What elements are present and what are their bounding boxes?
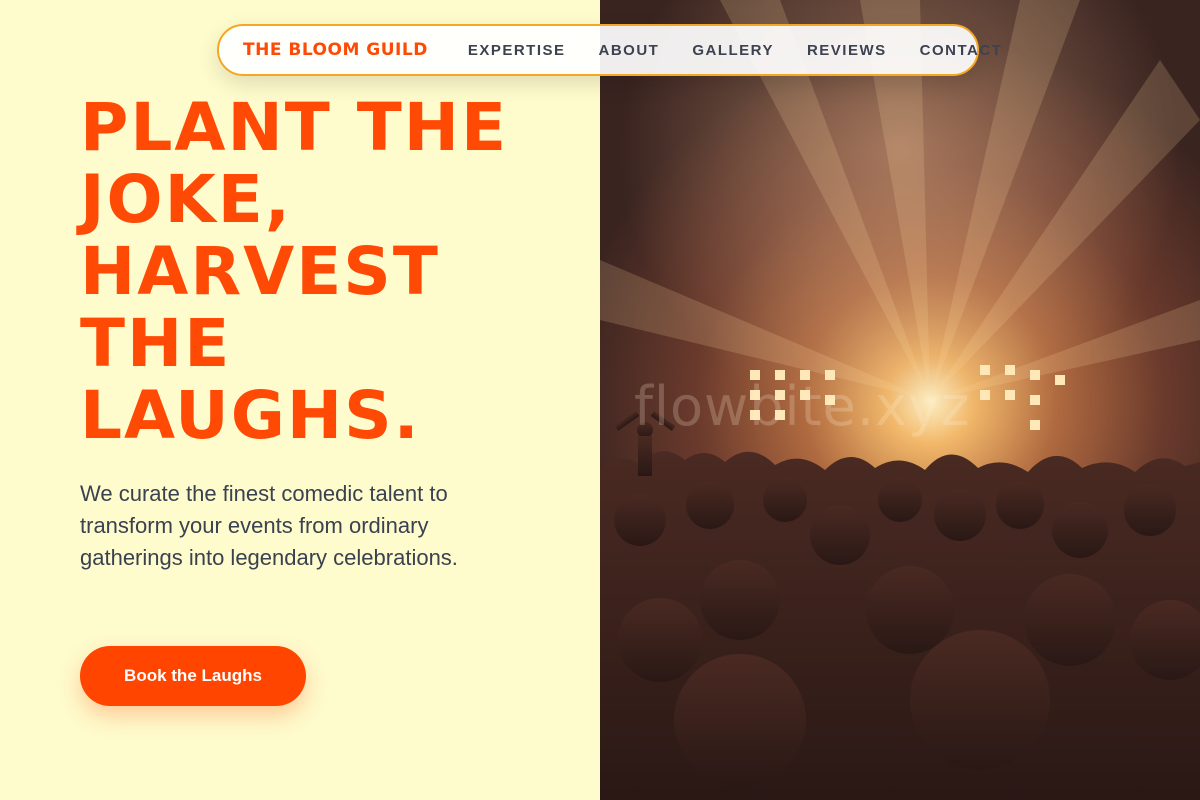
nav-link-expertise[interactable]: EXPERTISE (468, 42, 566, 59)
top-nav: THE BLOOM GUILD EXPERTISE ABOUT GALLERY … (217, 24, 1001, 76)
landing-page: flowbite.xyz THE BLOOM GUILD EXPERTISE A… (0, 0, 1200, 800)
hero-title-line: JOKE, (80, 161, 292, 238)
nav-links: EXPERTISE ABOUT GALLERY REVIEWS CONTACT (468, 42, 1003, 59)
nav-link-about[interactable]: ABOUT (599, 42, 660, 59)
hero-subtitle: We curate the finest comedic talent to t… (80, 481, 458, 570)
brand-logo[interactable]: THE BLOOM GUILD (243, 40, 428, 60)
nav-link-reviews[interactable]: REVIEWS (807, 42, 887, 59)
image-watermark: flowbite.xyz (634, 375, 971, 438)
hero-title-line: PLANT THE (80, 89, 509, 166)
book-the-laughs-button[interactable]: Book the Laughs (80, 646, 306, 706)
crowd-silhouettes (600, 411, 1200, 800)
nav-link-gallery[interactable]: GALLERY (692, 42, 774, 59)
hero-title-line: LAUGHS. (80, 377, 421, 454)
hero-title: PLANT THE JOKE, HARVEST THE LAUGHS. (80, 92, 560, 452)
hero-title-line: THE (80, 305, 232, 382)
hero-title-line: HARVEST (80, 233, 440, 310)
nav-link-contact[interactable]: CONTACT (920, 42, 1003, 59)
